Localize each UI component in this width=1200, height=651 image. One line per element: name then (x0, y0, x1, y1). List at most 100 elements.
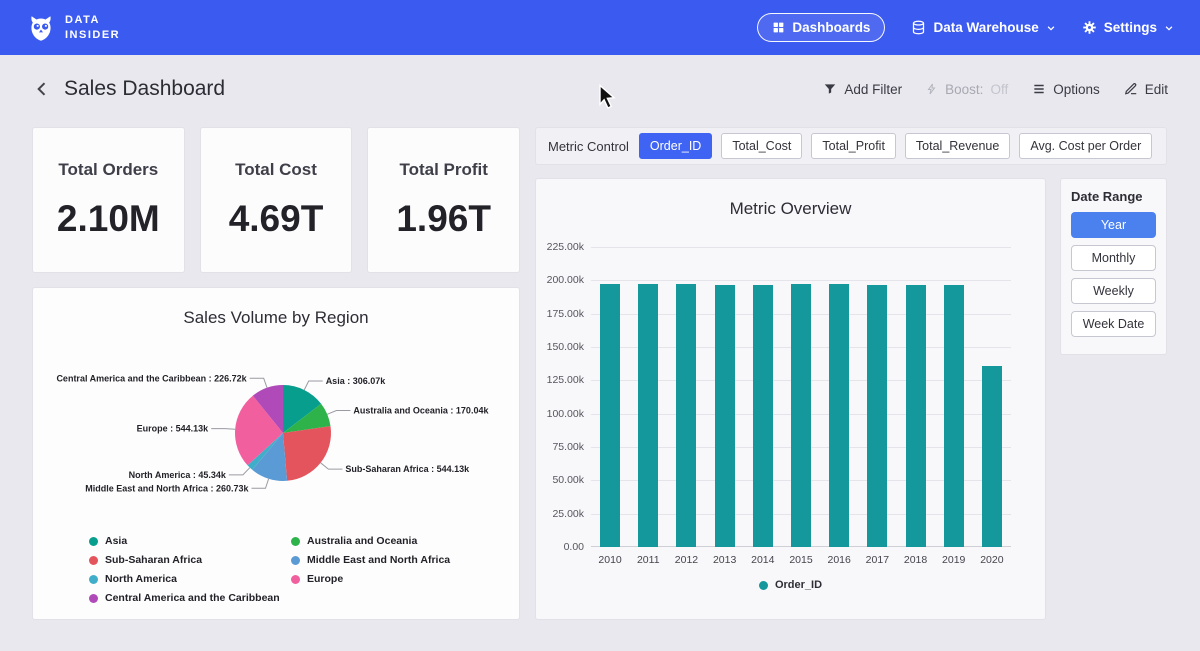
metric-control-label: Metric Control (548, 139, 629, 154)
pencil-icon (1124, 82, 1138, 96)
bar (638, 284, 658, 547)
pie-chart: Asia : 306.07k Australia and Oceania : 17… (33, 328, 521, 533)
logo-text: DATA INSIDER (65, 13, 120, 43)
bar (906, 285, 926, 547)
y-axis-tick-label: 175.00k (536, 308, 584, 320)
pie-legend-item-north-america[interactable]: North America (89, 573, 280, 585)
nav-dashboards-label: Dashboards (792, 20, 870, 35)
nav-settings-button[interactable]: Settings (1082, 20, 1174, 35)
edit-button[interactable]: Edit (1124, 82, 1168, 97)
owl-logo-icon (26, 13, 56, 43)
metric-button-avg-cost-per-order[interactable]: Avg. Cost per Order (1019, 133, 1152, 159)
kpi-card: Total Cost4.69T (200, 127, 353, 273)
x-axis-tick-label: 2017 (858, 554, 896, 566)
bolt-icon (926, 83, 938, 95)
metric-button-order-id[interactable]: Order_ID (639, 133, 712, 159)
chevron-down-icon (1164, 23, 1174, 33)
options-button[interactable]: Options (1032, 82, 1100, 97)
chart-legend-item[interactable]: Order_ID (759, 579, 822, 591)
kpi-card: Total Orders2.10M (32, 127, 185, 273)
pie-label-leader-line (250, 378, 267, 387)
y-axis-tick-label: 125.00k (536, 374, 584, 386)
pie-chart-title: Sales Volume by Region (33, 308, 519, 328)
bar-chart-title: Metric Overview (536, 199, 1045, 219)
pie-label-leader-line (327, 411, 350, 415)
bar-plot-area (591, 247, 1011, 547)
pie-legend-item-sub-saharan-africa[interactable]: Sub-Saharan Africa (89, 554, 280, 566)
x-axis-tick-label: 2020 (973, 554, 1011, 566)
nav-dashboards-button[interactable]: Dashboards (757, 13, 885, 42)
x-axis-tick-label: 2011 (629, 554, 667, 566)
options-label: Options (1053, 82, 1100, 97)
y-axis-tick-label: 150.00k (536, 341, 584, 353)
pie-slice-label: Asia : 306.07k (326, 376, 387, 386)
back-button[interactable] (32, 78, 54, 100)
date-range-card: Date Range YearMonthlyWeeklyWeek Date (1060, 178, 1167, 355)
pie-label-leader-line (229, 468, 250, 475)
boost-toggle[interactable]: Boost: Off (926, 82, 1008, 97)
pie-legend-item-central-america-and-the-caribbean[interactable]: Central America and the Caribbean (89, 592, 280, 604)
nav-data-warehouse-label: Data Warehouse (933, 20, 1038, 35)
bar (791, 284, 811, 547)
bar (715, 285, 735, 547)
y-axis-tick-label: 225.00k (536, 241, 584, 253)
page-header: Sales Dashboard Add Filter Boost: Off Op… (0, 55, 1200, 115)
legend-dot (89, 575, 98, 584)
pie-slice-label: Middle East and North Africa : 260.73k (85, 483, 249, 493)
x-axis-tick-label: 2016 (820, 554, 858, 566)
kpi-label: Total Profit (399, 160, 487, 180)
legend-dot (291, 537, 300, 546)
chevron-left-icon (32, 79, 52, 99)
bar (753, 285, 773, 547)
pie-slice-label: Europe : 544.13k (137, 424, 210, 434)
date-range-button-year[interactable]: Year (1071, 212, 1156, 238)
pie-legend-item-asia[interactable]: Asia (89, 535, 280, 547)
x-axis-tick-label: 2012 (667, 554, 705, 566)
date-range-button-monthly[interactable]: Monthly (1071, 245, 1156, 271)
y-axis-tick-label: 50.00k (536, 474, 584, 486)
pie-legend-item-middle-east-and-north-africa[interactable]: Middle East and North Africa (291, 554, 450, 566)
pie-label-leader-line (211, 429, 235, 430)
x-axis-tick-label: 2013 (706, 554, 744, 566)
metric-button-total-revenue[interactable]: Total_Revenue (905, 133, 1010, 159)
pie-label-leader-line (252, 479, 269, 489)
metric-control-bar: Metric Control Order_ID Total_Cost Total_P… (535, 127, 1167, 165)
add-filter-label: Add Filter (844, 82, 902, 97)
filter-icon (823, 82, 837, 96)
pie-legend-label: Central America and the Caribbean (105, 592, 280, 604)
add-filter-button[interactable]: Add Filter (823, 82, 902, 97)
y-axis-tick-label: 100.00k (536, 408, 584, 420)
pie-label-leader-line (321, 463, 343, 469)
metric-button-total-profit[interactable]: Total_Profit (811, 133, 896, 159)
legend-dot (291, 575, 300, 584)
bar (867, 285, 887, 547)
legend-dot (89, 537, 98, 546)
kpi-value: 2.10M (57, 198, 160, 240)
pie-legend-item-europe[interactable]: Europe (291, 573, 450, 585)
list-icon (1032, 82, 1046, 96)
legend-dot (291, 556, 300, 565)
legend-dot (759, 581, 768, 590)
x-axis-tick-label: 2015 (782, 554, 820, 566)
database-icon (911, 20, 926, 35)
pie-slice-label: Australia and Oceania : 170.04k (353, 406, 489, 416)
date-range-button-week-date[interactable]: Week Date (1071, 311, 1156, 337)
x-axis-tick-label: 2010 (591, 554, 629, 566)
legend-dot (89, 556, 98, 565)
legend-dot (89, 594, 98, 603)
metric-button-total-cost[interactable]: Total_Cost (721, 133, 802, 159)
nav-data-warehouse-button[interactable]: Data Warehouse (911, 20, 1055, 35)
date-range-button-weekly[interactable]: Weekly (1071, 278, 1156, 304)
sales-volume-card: Sales Volume by Region Asia : 306.07k Aus… (32, 287, 520, 620)
pie-label-leader-line (304, 381, 323, 390)
legend-label: Order_ID (775, 579, 822, 591)
pie-legend-label: North America (105, 573, 177, 585)
page-title: Sales Dashboard (64, 77, 225, 101)
pie-slice[interactable] (283, 426, 331, 481)
gridline (591, 247, 1011, 248)
bar (676, 284, 696, 547)
chevron-down-icon (1046, 23, 1056, 33)
pie-legend-label: Sub-Saharan Africa (105, 554, 202, 566)
gridline (591, 280, 1011, 281)
pie-legend-item-australia-and-oceania[interactable]: Australia and Oceania (291, 535, 450, 547)
